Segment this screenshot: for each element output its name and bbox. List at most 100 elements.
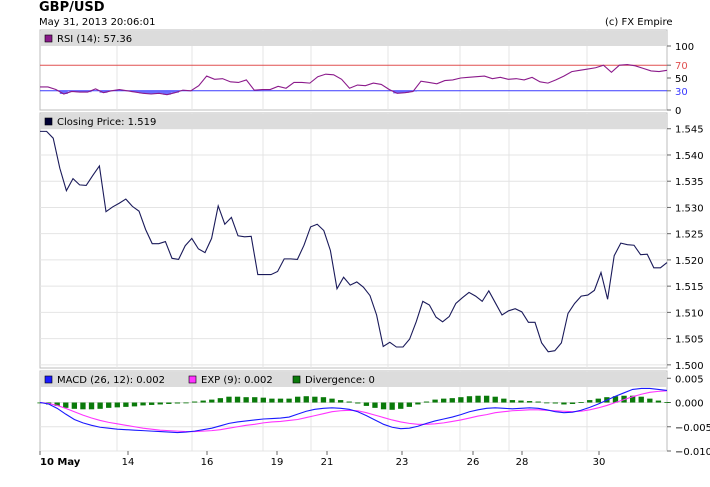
price-tick-label: 1.535 xyxy=(675,177,704,188)
divergence-bar xyxy=(552,402,559,404)
macd-tick-label: 0.000 xyxy=(675,399,704,410)
divergence-bar xyxy=(80,402,86,410)
macd-tick-label: −0.010 xyxy=(675,447,710,458)
price-tick-label: 1.520 xyxy=(675,256,704,267)
divergence-bar xyxy=(432,399,438,403)
divergence-bar xyxy=(578,402,584,403)
divergence-bar xyxy=(286,398,292,403)
divergence-bar xyxy=(174,402,181,404)
x-tick-label: 16 xyxy=(201,457,214,468)
x-tick-label: 10 May xyxy=(40,457,81,468)
price-legend-label: Closing Price: 1.519 xyxy=(57,117,156,128)
macd-legend-swatch-2 xyxy=(292,375,301,384)
macd-tick-label: 0.005 xyxy=(675,374,704,385)
macd-legend-swatch-1 xyxy=(188,375,197,384)
macd-tick-label: −0.005 xyxy=(675,423,710,434)
divergence-bar xyxy=(157,402,163,405)
divergence-bar xyxy=(595,398,601,403)
divergence-bar xyxy=(380,402,387,410)
rsi-legend-swatch xyxy=(44,34,53,43)
divergence-bar xyxy=(131,402,138,407)
divergence-bar xyxy=(483,395,490,403)
divergence-bar xyxy=(252,397,258,403)
divergence-bar xyxy=(449,398,455,403)
divergence-bar xyxy=(398,402,404,409)
x-tick-label: 26 xyxy=(467,457,480,468)
x-tick-label: 30 xyxy=(593,457,606,468)
price-tick-label: 1.505 xyxy=(675,335,704,346)
divergence-bar xyxy=(269,398,275,403)
divergence-bar xyxy=(226,396,232,403)
price-tick-label: 1.530 xyxy=(675,203,704,214)
divergence-bar xyxy=(526,401,533,403)
divergence-bar xyxy=(71,402,78,409)
divergence-bar xyxy=(655,400,662,403)
price-tick-label: 1.510 xyxy=(675,308,704,319)
divergence-bar xyxy=(664,402,670,403)
price-tick-label: 1.515 xyxy=(675,282,704,293)
divergence-bar xyxy=(200,400,206,403)
divergence-bar xyxy=(106,402,112,408)
divergence-bar xyxy=(277,398,284,403)
divergence-bar xyxy=(303,396,309,403)
rsi-tick-label: 50 xyxy=(675,74,688,85)
divergence-bar xyxy=(166,402,172,404)
divergence-bar xyxy=(234,396,241,403)
divergence-bar xyxy=(243,397,249,403)
divergence-bar xyxy=(88,402,95,410)
macd-legend-label-1: EXP (9): 0.002 xyxy=(201,375,273,386)
divergence-bar xyxy=(509,400,516,403)
price-tick-label: 1.500 xyxy=(675,361,704,372)
divergence-bar xyxy=(638,396,644,403)
divergence-bar xyxy=(183,402,189,404)
price-panel-frame xyxy=(39,112,668,369)
divergence-bar xyxy=(97,402,103,409)
divergence-bar xyxy=(355,402,361,404)
divergence-bar xyxy=(312,396,318,403)
macd-legend-label-2: Divergence: 0 xyxy=(305,375,375,386)
divergence-bar xyxy=(140,402,146,406)
price-tick-label: 1.545 xyxy=(675,125,704,136)
divergence-bar xyxy=(363,402,370,406)
divergence-bar xyxy=(458,397,464,403)
divergence-bar xyxy=(569,402,576,404)
divergence-bar xyxy=(544,402,550,404)
divergence-bar xyxy=(423,401,430,403)
divergence-bar xyxy=(260,397,266,403)
divergence-bar xyxy=(492,396,498,403)
x-tick-label: 23 xyxy=(396,457,409,468)
divergence-bar xyxy=(501,398,507,403)
rsi-tick-label: 70 xyxy=(675,61,688,72)
rsi-tick-label: 100 xyxy=(675,42,694,53)
divergence-bar xyxy=(466,396,473,403)
divergence-bar xyxy=(475,395,481,403)
divergence-bar xyxy=(320,397,327,403)
rsi-tick-label: 0 xyxy=(675,106,681,117)
rsi-tick-label: 30 xyxy=(675,87,688,98)
divergence-bar xyxy=(415,402,421,405)
divergence-bar xyxy=(518,400,524,403)
divergence-bar xyxy=(329,398,335,403)
divergence-bar xyxy=(647,398,653,403)
price-legend-swatch xyxy=(44,117,53,126)
divergence-bar xyxy=(114,402,120,408)
divergence-bar xyxy=(209,399,215,403)
x-tick-label: 19 xyxy=(271,457,284,468)
divergence-bar xyxy=(406,402,412,407)
rsi-legend-label: RSI (14): 57.36 xyxy=(57,34,132,45)
divergence-bar xyxy=(441,398,447,403)
divergence-bar xyxy=(148,402,155,405)
divergence-bar xyxy=(587,400,593,403)
price-tick-label: 1.525 xyxy=(675,230,704,241)
divergence-bar xyxy=(191,401,198,403)
divergence-bar xyxy=(123,402,129,407)
divergence-bar xyxy=(372,402,378,408)
x-tick-label: 28 xyxy=(516,457,529,468)
macd-legend-label-0: MACD (26, 12): 0.002 xyxy=(57,375,165,386)
divergence-bar xyxy=(63,402,69,408)
divergence-bar xyxy=(535,401,541,403)
divergence-bar xyxy=(217,398,224,403)
divergence-bar xyxy=(346,401,352,403)
divergence-bar xyxy=(561,402,567,405)
x-tick-label: 14 xyxy=(122,457,135,468)
